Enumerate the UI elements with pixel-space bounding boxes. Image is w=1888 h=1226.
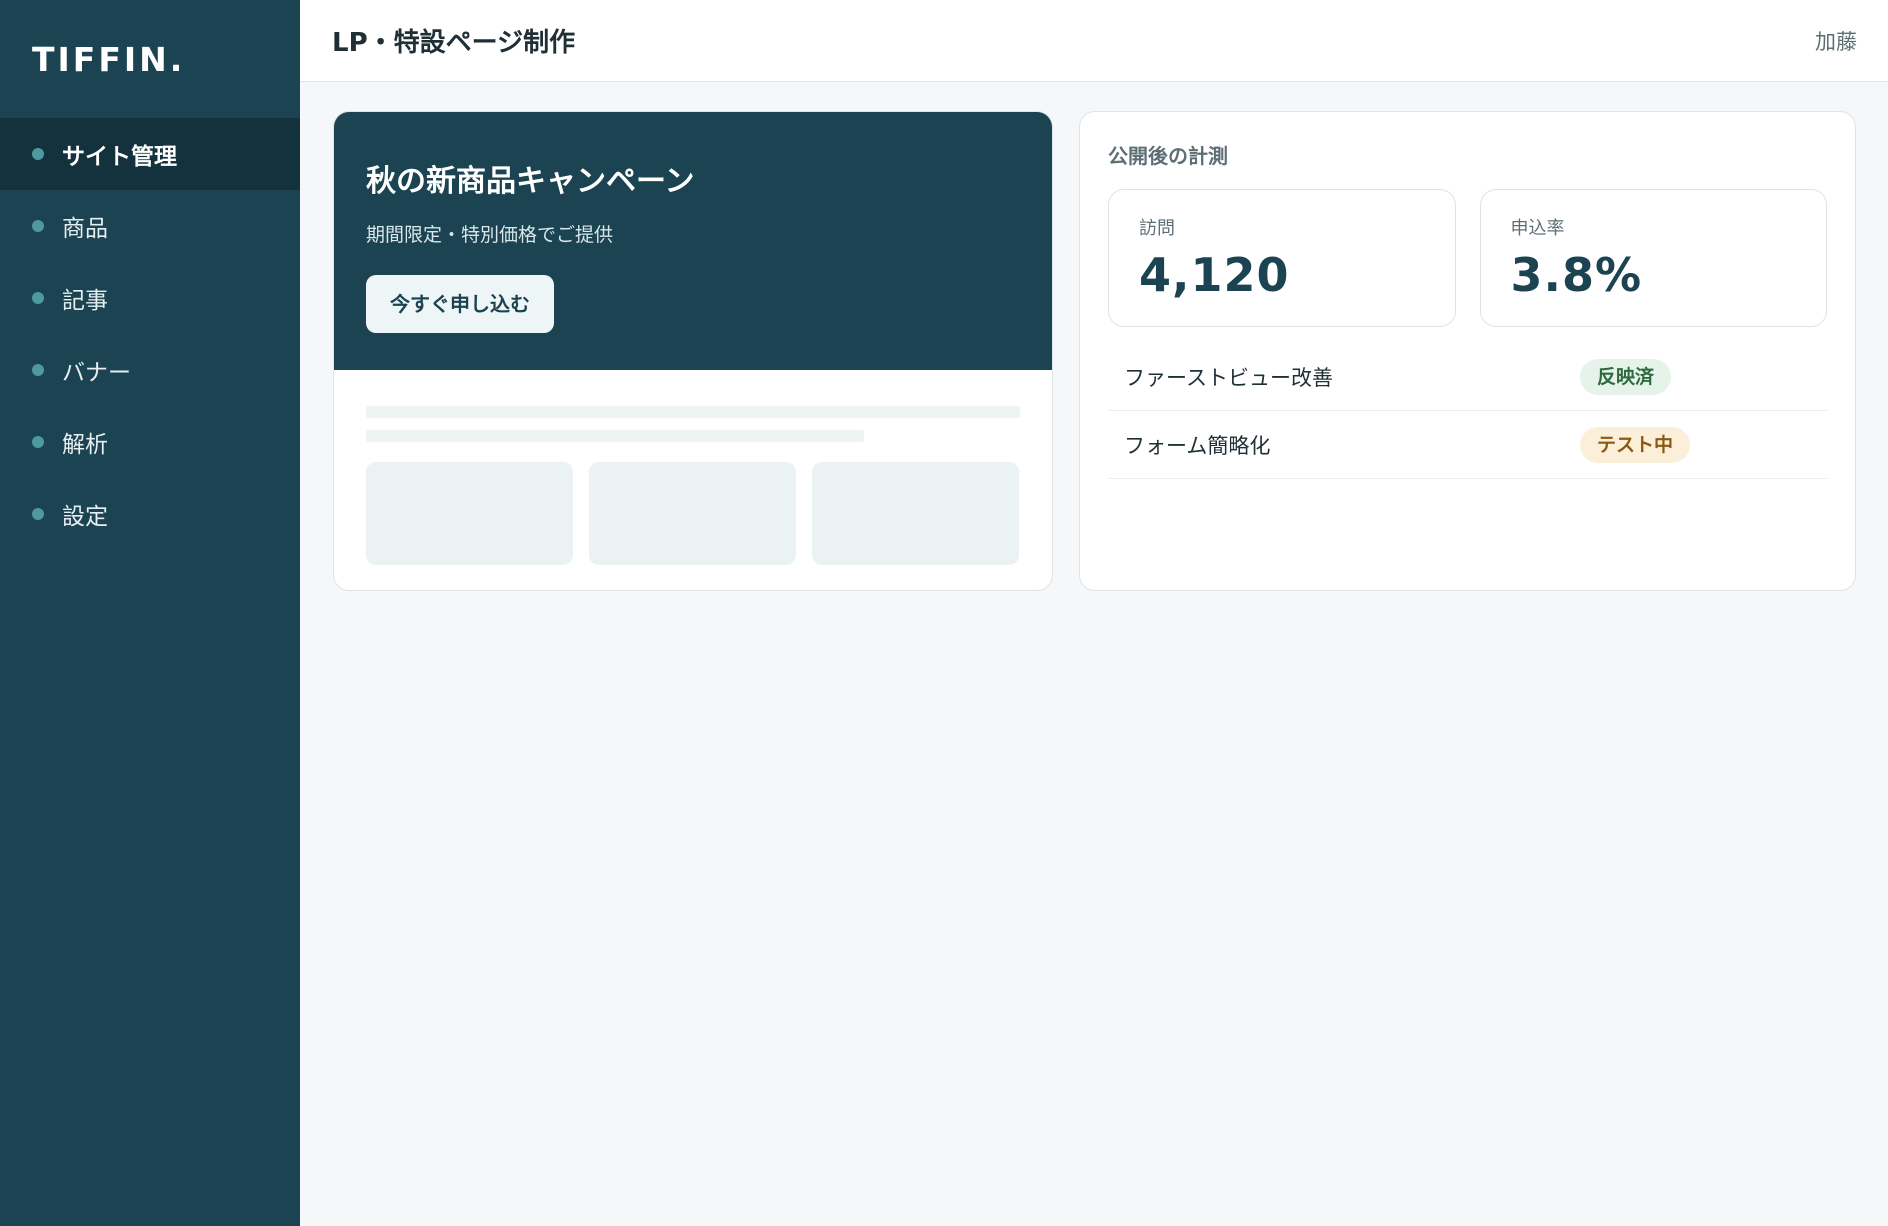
- sidebar-item-label: サイト管理: [62, 144, 177, 170]
- hero-title: 秋の新商品キャンペーン: [366, 164, 695, 199]
- page-title: LP・特設ページ制作: [332, 28, 576, 58]
- kpi-conversion-rate: 申込率 3.8%: [1479, 189, 1827, 327]
- sidebar-item-label: 設定: [62, 504, 108, 530]
- sidebar-item-label: 解析: [62, 432, 108, 458]
- bullet-icon: [32, 148, 44, 160]
- kpi-value: 4,120: [1139, 248, 1290, 302]
- bullet-icon: [32, 508, 44, 520]
- top-bar: LP・特設ページ制作 加藤: [300, 0, 1888, 82]
- placeholder-box: [589, 462, 796, 565]
- list-item[interactable]: フォーム簡略化 テスト中: [1108, 411, 1827, 479]
- placeholder-box: [812, 462, 1019, 565]
- list-item[interactable]: ファーストビュー改善 反映済: [1108, 343, 1827, 411]
- status-badge: 反映済: [1580, 358, 1672, 395]
- status-badge: テスト中: [1580, 426, 1691, 463]
- sidebar-nav: サイト管理 商品 記事 バナー 解析 設定: [0, 118, 300, 550]
- kpi-label: 訪問: [1139, 218, 1175, 239]
- app-root: TIFFIN. サイト管理 商品 記事 バナー 解析 設定 LP・特設ページ制作…: [0, 0, 1888, 1226]
- sidebar-item-analytics[interactable]: 解析: [0, 406, 300, 478]
- test-list: ファーストビュー改善 反映済 フォーム簡略化 テスト中: [1108, 343, 1827, 479]
- hero-section: 秋の新商品キャンペーン 期間限定・特別価格でご提供 今すぐ申し込む: [334, 112, 1052, 370]
- sidebar-item-label: バナー: [62, 360, 131, 386]
- test-name: ファーストビュー改善: [1124, 365, 1333, 390]
- kpi-label: 申込率: [1510, 218, 1565, 239]
- kpi-row: 訪問 4,120 申込率 3.8%: [1108, 189, 1827, 327]
- metrics-heading: 公開後の計測: [1108, 144, 1228, 168]
- sidebar-item-settings[interactable]: 設定: [0, 478, 300, 550]
- lp-preview-card: 秋の新商品キャンペーン 期間限定・特別価格でご提供 今すぐ申し込む: [333, 111, 1053, 591]
- sidebar-item-label: 記事: [62, 288, 108, 314]
- sidebar-item-products[interactable]: 商品: [0, 190, 300, 262]
- sidebar-item-site-management[interactable]: サイト管理: [0, 118, 300, 190]
- bullet-icon: [32, 436, 44, 448]
- cta-button[interactable]: 今すぐ申し込む: [366, 275, 554, 333]
- user-menu[interactable]: 加藤: [1815, 26, 1857, 56]
- bullet-icon: [32, 364, 44, 376]
- bullet-icon: [32, 292, 44, 304]
- sidebar-item-articles[interactable]: 記事: [0, 262, 300, 334]
- kpi-value: 3.8%: [1510, 248, 1643, 302]
- metrics-card: 公開後の計測 訪問 4,120 申込率 3.8% ファーストビュー改善 反映済: [1079, 111, 1856, 591]
- placeholder-line: [366, 406, 1020, 418]
- placeholder-box: [366, 462, 573, 565]
- sidebar: TIFFIN. サイト管理 商品 記事 バナー 解析 設定: [0, 0, 300, 1226]
- hero-subtitle: 期間限定・特別価格でご提供: [366, 224, 614, 246]
- sidebar-item-label: 商品: [62, 216, 108, 242]
- main-area: LP・特設ページ制作 加藤 秋の新商品キャンペーン 期間限定・特別価格でご提供 …: [300, 0, 1888, 1226]
- preview-body: [334, 370, 1052, 565]
- sidebar-item-banners[interactable]: バナー: [0, 334, 300, 406]
- placeholder-line: [366, 430, 864, 442]
- kpi-visits: 訪問 4,120: [1108, 189, 1456, 327]
- bullet-icon: [32, 220, 44, 232]
- test-name: フォーム簡略化: [1124, 433, 1271, 458]
- content: 秋の新商品キャンペーン 期間限定・特別価格でご提供 今すぐ申し込む 公開後の計測: [300, 82, 1888, 591]
- logo[interactable]: TIFFIN.: [0, 0, 300, 118]
- placeholder-grid: [366, 462, 1020, 565]
